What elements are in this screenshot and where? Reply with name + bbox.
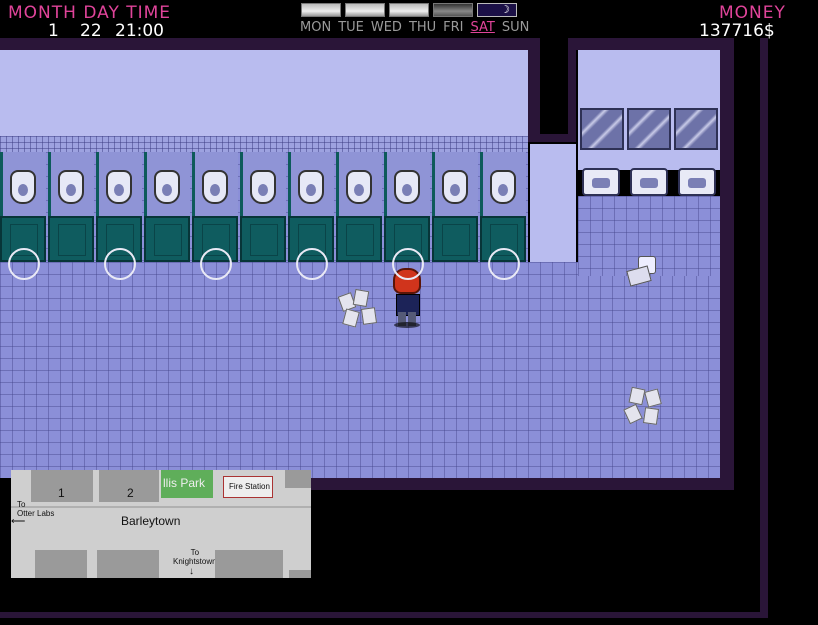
bottom-outer-wall xyxy=(300,478,734,490)
month-value: 1 xyxy=(48,21,59,41)
money-value: 137716$ xyxy=(699,21,775,41)
stall-wall-tiles xyxy=(0,136,528,152)
minimap-fire-station-label: Fire Station xyxy=(229,482,270,491)
minimap-arrow-left-icon: ⟵ xyxy=(11,516,26,527)
sink[interactable] xyxy=(678,168,716,196)
toilet-icon xyxy=(442,170,468,204)
toilet-icon xyxy=(490,170,516,204)
minimap-building xyxy=(289,570,311,578)
stall-door[interactable] xyxy=(336,216,382,262)
minimap-building xyxy=(97,550,159,578)
day-value: 22 xyxy=(80,21,102,41)
toilet-icon xyxy=(298,170,324,204)
stall-wall-face xyxy=(0,50,528,136)
date-time-label: MONTH DAY TIME xyxy=(8,3,172,23)
weekday-bar: MON TUE WED THU FRI SAT SUN xyxy=(300,20,536,35)
sink[interactable] xyxy=(582,168,620,196)
right-outer-wall xyxy=(720,38,734,490)
weekday-fri: FRI xyxy=(443,20,464,35)
pillar-gap xyxy=(540,38,568,134)
night-moon-icon: ☽ xyxy=(477,3,517,17)
minimap-building xyxy=(215,550,283,578)
stall-door[interactable] xyxy=(432,216,478,262)
toilet-icon xyxy=(250,170,276,204)
time-value: 21:00 xyxy=(115,21,164,41)
toilet-icon xyxy=(58,170,84,204)
minimap-label-1: 1 xyxy=(58,486,65,500)
game-screen: { "hud": { "date_label": "MONTH DAY TIME… xyxy=(0,0,818,625)
toilet-icon xyxy=(202,170,228,204)
cloudy-weather-icon xyxy=(389,3,429,17)
outer-border-right xyxy=(760,38,768,618)
cloudy-weather-icon xyxy=(433,3,473,17)
interaction-marker[interactable] xyxy=(8,248,40,280)
interaction-marker[interactable] xyxy=(392,248,424,280)
toilet-icon xyxy=(346,170,372,204)
toilet-icon xyxy=(10,170,36,204)
minimap-town-name: Barleytown xyxy=(121,514,181,528)
toilet-icon xyxy=(394,170,420,204)
toilet-icon xyxy=(106,170,132,204)
minimap-building xyxy=(35,550,87,578)
mirror xyxy=(627,108,671,150)
interaction-marker[interactable] xyxy=(296,248,328,280)
stall-door[interactable] xyxy=(48,216,94,262)
stall-door[interactable] xyxy=(144,216,190,262)
weekday-mon: MON xyxy=(300,20,332,35)
cloudy-weather-icon xyxy=(301,3,341,17)
minimap-park-label: llis Park xyxy=(163,476,206,490)
scattered-papers[interactable] xyxy=(623,386,668,426)
mirror xyxy=(580,108,624,150)
minimap-label-2: 2 xyxy=(127,486,134,500)
toilet-paper-roll[interactable] xyxy=(626,254,658,287)
scattered-papers[interactable] xyxy=(337,288,380,330)
toilet-icon xyxy=(154,170,180,204)
weekday-tue: TUE xyxy=(338,20,364,35)
money-label: MONEY xyxy=(719,3,786,23)
interaction-marker[interactable] xyxy=(200,248,232,280)
interaction-marker[interactable] xyxy=(104,248,136,280)
minimap-arrow-down-icon: ↓ xyxy=(189,566,194,577)
minimap[interactable]: 1 2 llis Park Fire Station To Otter Labs… xyxy=(11,470,311,578)
minimap-road xyxy=(11,506,311,508)
interaction-marker[interactable] xyxy=(488,248,520,280)
weekday-thu: THU xyxy=(408,20,437,35)
weekday-wed: WED xyxy=(370,20,402,35)
minimap-building xyxy=(285,470,311,488)
sink[interactable] xyxy=(630,168,668,196)
minimap-to-knightstown: To Knightstown xyxy=(173,548,217,566)
weekday-sun: SUN xyxy=(501,20,530,35)
stall-door[interactable] xyxy=(240,216,286,262)
weekday-sat-active: SAT xyxy=(470,20,495,35)
cloudy-weather-icon xyxy=(345,3,385,17)
outer-border-bottom xyxy=(0,612,768,618)
mirror xyxy=(674,108,718,150)
